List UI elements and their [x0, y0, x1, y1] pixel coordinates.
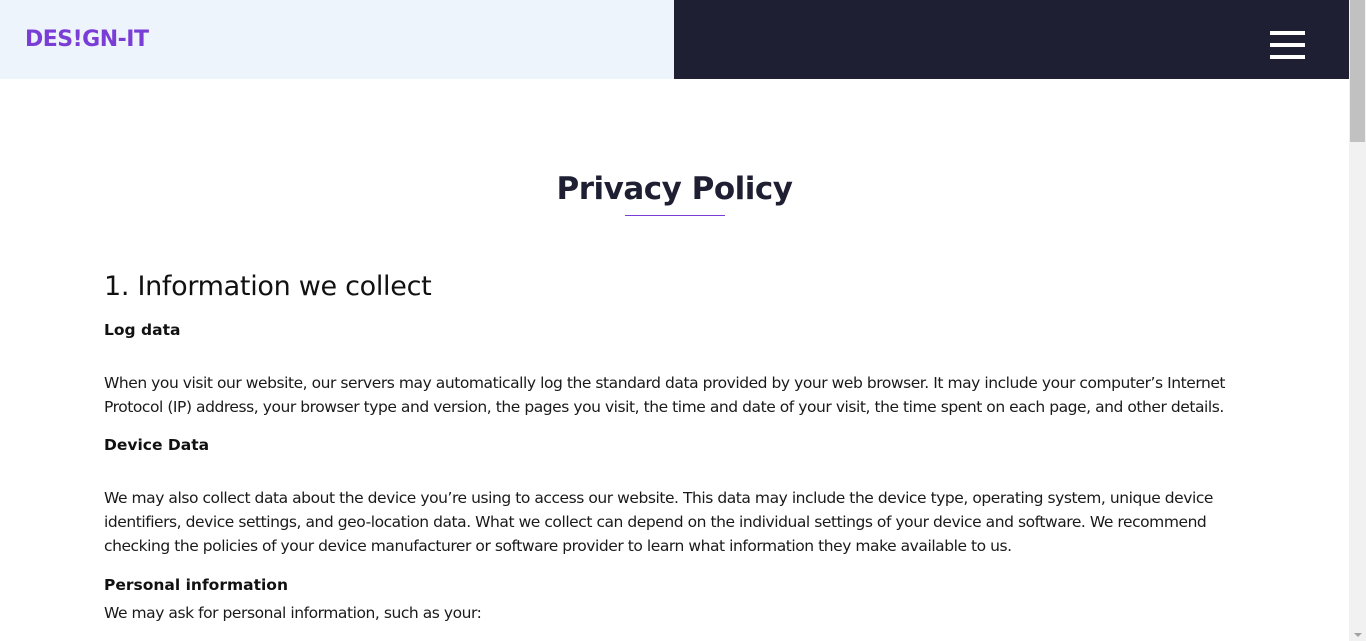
site-header: DES!GN-IT: [0, 0, 1349, 79]
subheading-personal-information: Personal information: [104, 576, 288, 594]
header-nav-area: [674, 0, 1349, 79]
paragraph-device-data: We may also collect data about the devic…: [104, 489, 1213, 555]
menu-bar-middle: [1270, 43, 1305, 47]
title-underline: [625, 215, 725, 216]
page-title: Privacy Policy: [556, 171, 794, 207]
scroll-down-arrow-icon[interactable]: [1354, 633, 1362, 637]
vertical-scrollbar[interactable]: [1349, 0, 1366, 641]
hamburger-menu-icon[interactable]: [1270, 31, 1305, 61]
paragraph-log-data: When you visit our website, our servers …: [104, 374, 1226, 416]
site-logo[interactable]: DES!GN-IT: [25, 27, 149, 52]
header-brand-area: DES!GN-IT: [0, 0, 674, 79]
menu-bar-top: [1270, 31, 1305, 35]
page-viewport: DES!GN-IT Privacy Policy 1. Information …: [0, 0, 1366, 641]
subheading-device-data: Device Data: [104, 436, 210, 454]
scrollbar-thumb[interactable]: [1350, 0, 1365, 142]
section-heading-information-we-collect: 1. Information we collect: [104, 271, 432, 302]
main-content: Privacy Policy 1. Information we collect…: [0, 79, 1349, 641]
menu-bar-bottom: [1270, 55, 1305, 59]
paragraph-personal-information: We may ask for personal information, suc…: [104, 604, 482, 622]
subheading-log-data: Log data: [104, 321, 181, 339]
